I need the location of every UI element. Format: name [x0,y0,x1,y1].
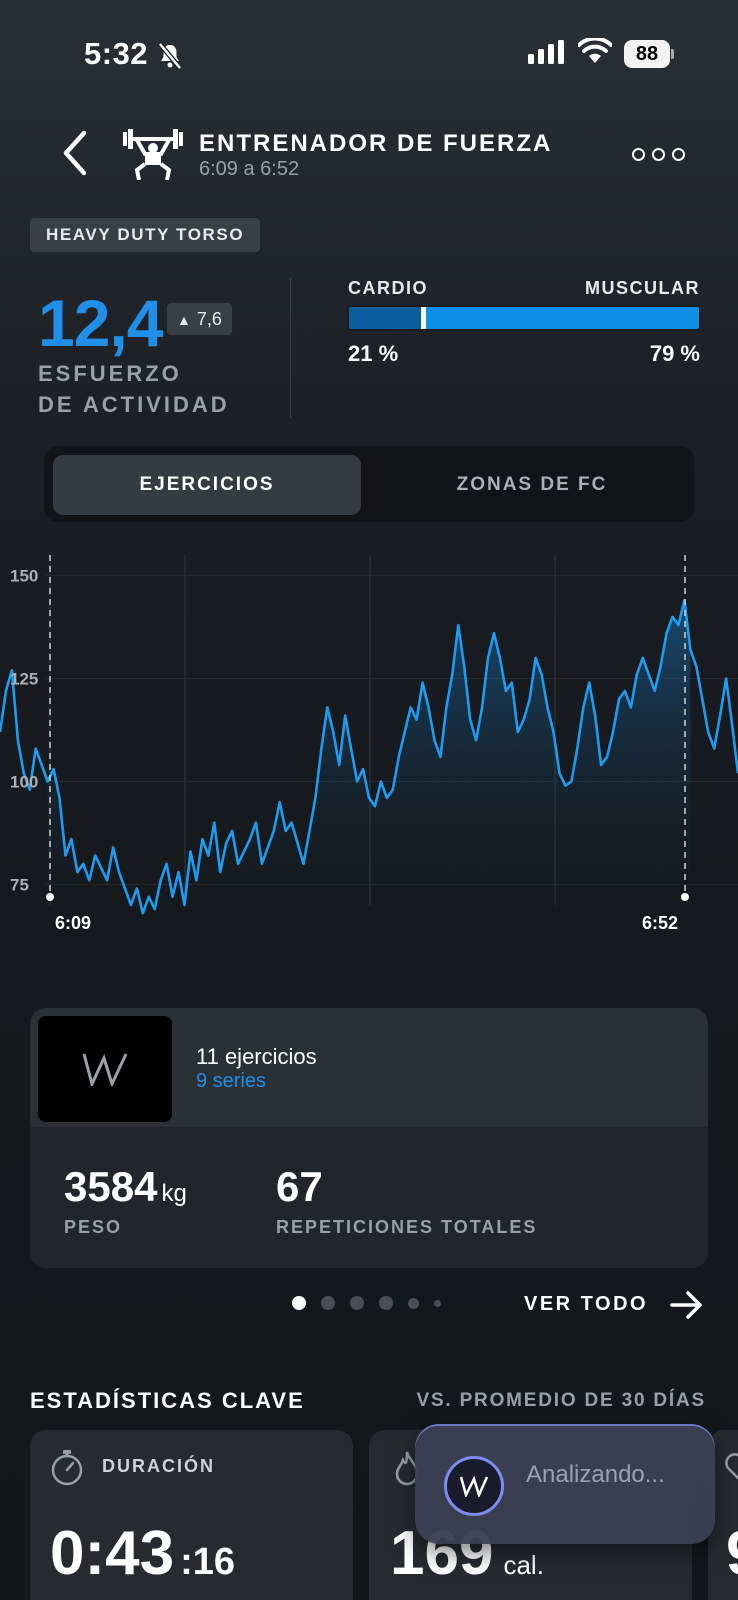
page-title: ENTRENADOR DE FUERZA [199,130,553,157]
battery-nub [671,49,674,59]
page-indicator [292,1296,441,1310]
whoop-logo-icon [82,1053,128,1086]
weight-label: PESO [64,1217,123,1237]
silent-bell-icon [158,42,182,75]
analyzing-text: Analizando... [526,1461,665,1488]
total-reps: 67 [276,1163,323,1210]
end-time-label: 6:52 [642,913,678,933]
cardio-bar-fill [349,307,423,329]
page-dot [350,1296,364,1310]
total-weight: 3584 kg [64,1163,187,1211]
triangle-up-icon: ▲ [177,312,191,328]
start-marker-dot [46,893,54,901]
see-all-link[interactable]: VER TODO [524,1293,648,1316]
effort-label-line2: DE ACTIVIDAD [38,392,230,417]
heart-rate-chart-svg: 150 125 100 75 6:09 6:52 [0,555,738,933]
hr-area [47,600,691,914]
cardio-muscular-bar [347,305,701,331]
muscular-label: MUSCULAR [585,278,700,298]
tab-hr-zones[interactable]: ZONAS DE FC [378,455,686,515]
exercise-count: 11 ejercicios [196,1044,317,1069]
muscular-percent: 79 % [649,341,700,366]
status-time: 5:32 [84,36,149,71]
y-tick-label: 150 [10,567,38,586]
cardio-percent: 21 % [348,341,399,366]
weightlifter-icon [123,128,183,185]
page-dot [379,1296,393,1310]
y-tick-label: 125 [10,670,38,689]
duration-main: 0:43 [50,1519,175,1588]
workout-tag: HEAVY DUTY TORSO [30,218,261,252]
more-options-icon[interactable] [632,148,685,161]
wifi-icon [577,36,613,69]
heart-rate-chart: 150 125 100 75 6:09 6:52 [0,555,738,950]
effort-delta-value: 7,6 [196,309,222,329]
effort-label: ESFUERZO DE ACTIVIDAD [38,358,258,420]
effort-label-line1: ESFUERZO [38,361,182,386]
cardio-label: CARDIO [348,278,428,298]
activity-effort-value: 12,4 [38,286,163,360]
effort-delta-badge: ▲ 7,6 [167,303,232,335]
total-weight-value: 3584 [64,1163,158,1210]
duration-label: DURACIÓN [102,1456,215,1476]
weight-unit: kg [161,1180,187,1207]
key-stats-title: ESTADÍSTICAS CLAVE [30,1388,305,1413]
card-stats: 3584 kg PESO 67 REPETICIONES TOTALES [30,1127,708,1268]
calories-unit: cal. [503,1550,544,1580]
reps-label: REPETICIONES TOTALES [276,1217,538,1237]
page-dot [321,1296,335,1310]
page-dot [434,1299,441,1307]
duration-seconds: :16 [180,1541,236,1583]
page-dot [408,1297,419,1309]
end-marker-dot [681,893,689,901]
battery-indicator: 88 [624,40,670,68]
series-count[interactable]: 9 series [196,1070,266,1093]
stopwatch-icon [50,1448,84,1491]
exercise-summary-card[interactable]: 11 ejercicios 9 series 3584 kg PESO 67 RE… [30,1008,708,1268]
tab-exercises[interactable]: EJERCICIOS [53,455,361,515]
whoop-coach-icon [444,1456,504,1516]
signal-icon [528,40,566,69]
key-stats-compare: VS. PROMEDIO DE 30 DÍAS [416,1390,706,1411]
arrow-right-icon[interactable] [670,1290,704,1325]
duration-value: 0:43:16 [50,1518,235,1589]
y-tick-label: 75 [10,875,29,894]
workout-thumbnail [38,1016,172,1122]
cardio-bar-marker [420,307,426,329]
page-dot-active [292,1296,306,1310]
workout-time-range: 6:09 a 6:52 [199,158,300,180]
heart-icon [725,1453,738,1480]
start-time-label: 6:09 [55,913,91,933]
y-tick-label: 100 [10,772,38,791]
divider [290,278,291,418]
third-stat-value: 9 [726,1518,738,1589]
back-arrow-icon[interactable] [60,130,90,181]
